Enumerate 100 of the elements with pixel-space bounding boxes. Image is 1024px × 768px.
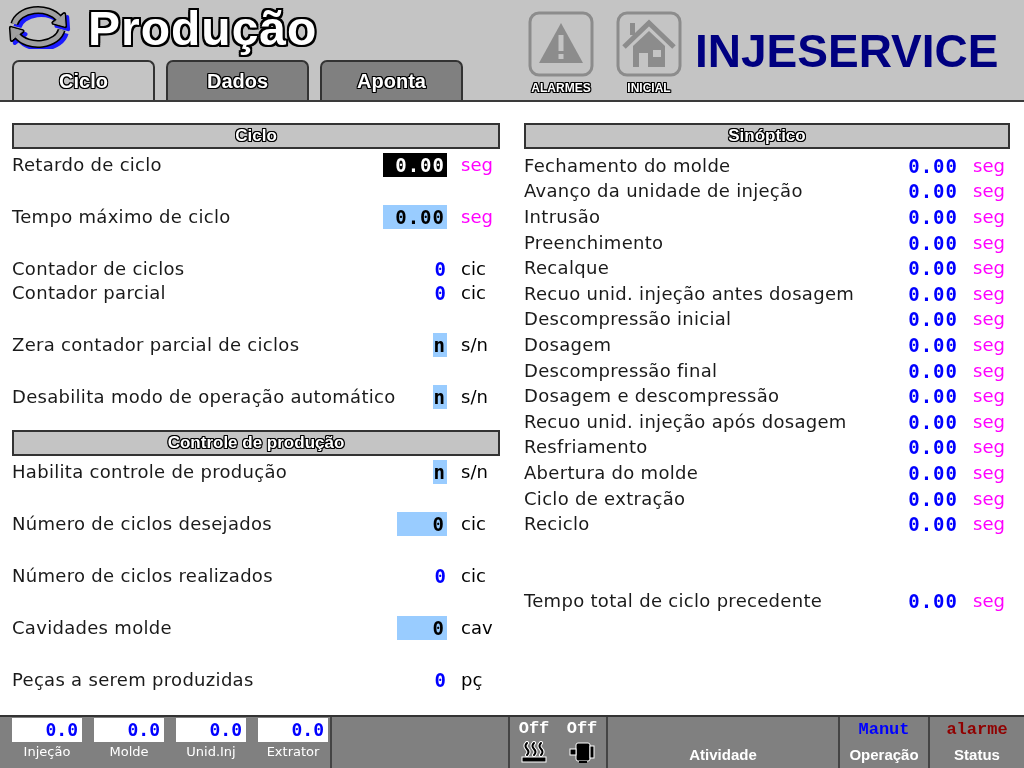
field-label: Zera contador parcial de ciclos <box>12 333 301 357</box>
unit-label: seg <box>461 153 494 177</box>
unit-label: seg <box>973 588 1006 613</box>
unit-label: seg <box>973 281 1006 306</box>
reading-label: Injeção <box>23 743 71 761</box>
section-header: Sinóptico <box>524 123 1010 149</box>
input-field[interactable]: 0 <box>397 512 447 536</box>
heater-icon <box>521 741 547 763</box>
value-readout: 0.00 <box>908 256 958 281</box>
status-label: Status <box>954 745 1000 765</box>
reading-label: Extrator <box>266 743 320 761</box>
value-readout: 0.00 <box>908 358 958 383</box>
field-label: Contador parcial <box>12 281 167 305</box>
value-readout: 0.00 <box>908 409 958 434</box>
reading-label: Molde <box>109 743 149 761</box>
activity-label: Atividade <box>689 745 757 765</box>
toggle-field[interactable]: n <box>432 333 447 357</box>
unit-label: seg <box>973 256 1006 281</box>
reading-display: 0.0 <box>94 718 164 742</box>
time-label: Intrusão <box>524 205 602 229</box>
field-label: Número de ciclos desejados <box>12 512 273 536</box>
unit-label: cic <box>461 281 487 305</box>
status-text: alarme <box>946 719 1008 741</box>
value-readout: 0.00 <box>908 588 958 613</box>
unit-label: s/n <box>461 333 489 357</box>
value-readout: 0 <box>434 257 447 281</box>
field-label: Peças a serem produzidas <box>12 668 255 692</box>
input-field[interactable]: 0 <box>397 616 447 640</box>
value-readout: 0.00 <box>908 460 958 485</box>
time-label: Fechamento do molde <box>524 153 732 178</box>
value-readout: 0 <box>434 281 447 305</box>
field-label: Tempo máximo de ciclo <box>12 205 232 229</box>
operation-mode-text: Manut <box>858 719 910 741</box>
value-readout: 0.00 <box>908 179 958 204</box>
tab[interactable]: Aponta <box>320 60 463 100</box>
unit-label: cic <box>461 564 487 588</box>
time-label: Abertura do molde <box>524 460 700 485</box>
unit-label: s/n <box>461 385 489 409</box>
unit-label: seg <box>973 205 1006 229</box>
time-label: Dosagem <box>524 332 613 357</box>
value-readout: 0.00 <box>908 281 958 306</box>
time-label: Avanço da unidade de injeção <box>524 179 804 204</box>
field-label: Desabilita modo de operação automático <box>12 385 397 409</box>
unit-label: seg <box>973 332 1006 357</box>
field-label: Retardo de ciclo <box>12 153 163 177</box>
unit-label: seg <box>973 460 1006 485</box>
operation-label: Operação <box>849 745 919 765</box>
unit-label: seg <box>973 179 1006 204</box>
unit-label: seg <box>973 384 1006 409</box>
value-readout: 0.00 <box>908 332 958 357</box>
time-label: Reciclo <box>524 512 591 537</box>
logo-text: INJESERVICE <box>695 26 999 76</box>
time-label: Descompressão final <box>524 358 719 383</box>
value-readout: 0 <box>434 564 447 588</box>
value-readout: 0.00 <box>908 307 958 332</box>
time-label: Dosagem e descompressão <box>524 384 781 409</box>
time-label: Recuo unid. injeção após dosagem <box>524 409 848 434</box>
field-label: Cavidades molde <box>12 616 173 640</box>
house-icon <box>616 11 682 77</box>
reading-display: 0.0 <box>12 718 82 742</box>
reading-display: 0.0 <box>176 718 246 742</box>
time-label: Tempo total de ciclo precedente <box>524 588 824 613</box>
motor-icon <box>569 741 595 763</box>
input-field[interactable]: 0.00 <box>383 205 447 229</box>
value-readout: 0.00 <box>908 435 958 460</box>
unit-label: cic <box>461 512 487 536</box>
reading-display: 0.0 <box>258 718 328 742</box>
unit-label: seg <box>973 486 1006 511</box>
field-label: Habilita controle de produção <box>12 460 289 484</box>
unit-label: seg <box>973 435 1006 460</box>
time-label: Resfriamento <box>524 435 649 460</box>
reading-label: Unid.Inj <box>186 743 236 761</box>
value-readout: 0.00 <box>908 486 958 511</box>
field-label: Número de ciclos realizados <box>12 564 274 588</box>
unit-label: seg <box>973 230 1006 255</box>
unit-label: seg <box>461 205 494 229</box>
time-label: Recuo unid. injeção antes dosagem <box>524 281 856 306</box>
unit-label: cic <box>461 257 487 281</box>
value-readout: 0 <box>434 668 447 692</box>
unit-label: seg <box>973 409 1006 434</box>
input-field[interactable]: 0.00 <box>383 153 447 177</box>
unit-label: seg <box>973 153 1006 178</box>
time-label: Descompressão inicial <box>524 307 733 332</box>
toggle-field[interactable]: n <box>432 385 447 409</box>
value-readout: 0.00 <box>908 153 958 178</box>
section-header: Ciclo <box>12 123 500 149</box>
value-readout: 0.00 <box>908 205 958 229</box>
warning-icon <box>528 11 594 77</box>
toggle-field[interactable]: n <box>432 460 447 484</box>
tab[interactable]: Dados <box>166 60 309 100</box>
time-label: Ciclo de extração <box>524 486 687 511</box>
unit-label: pç <box>461 668 484 692</box>
value-readout: 0.00 <box>908 512 958 537</box>
unit-label: s/n <box>461 460 489 484</box>
output-state: Off <box>566 719 598 739</box>
unit-label: cav <box>461 616 494 640</box>
unit-label: seg <box>973 358 1006 383</box>
time-label: Recalque <box>524 256 610 281</box>
value-readout: 0.00 <box>908 384 958 409</box>
field-label: Contador de ciclos <box>12 257 186 281</box>
